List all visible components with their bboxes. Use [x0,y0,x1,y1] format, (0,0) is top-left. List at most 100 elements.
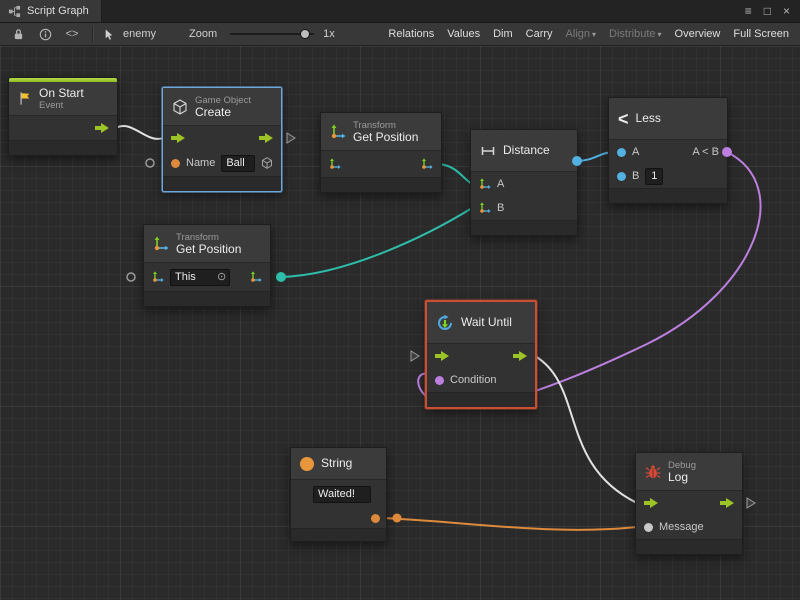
message-port-dot[interactable] [644,523,653,532]
transform-port-icon[interactable] [479,202,491,214]
target-object-label[interactable]: enemy [119,28,160,40]
flow-output-port[interactable] [720,498,734,508]
less-than-icon: < [618,110,629,128]
b-value-field[interactable] [645,168,663,185]
condition-label: Condition [450,374,496,386]
node-on-start-event[interactable]: On Start Event [8,77,118,156]
wire-get-position-top-to-distance-a [440,164,472,184]
string-value-field[interactable] [313,486,371,503]
flow-input-port[interactable] [171,133,185,143]
tab-script-graph[interactable]: Script Graph [0,0,102,22]
align-dropdown[interactable]: Align▾ [561,28,601,40]
string-type-icon [300,457,314,471]
node-header: < Less [609,98,727,140]
distance-ruler-icon [480,143,496,159]
dim-button[interactable]: Dim [488,28,518,40]
node-footer [609,188,727,203]
node-header: String [291,448,386,480]
node-category: Transform [176,232,241,243]
title-bar: Script Graph ≡ □ × [0,0,800,23]
values-button[interactable]: Values [442,28,485,40]
flow-port-row [163,126,281,150]
relations-button[interactable]: Relations [383,28,439,40]
name-value-field[interactable] [221,155,255,172]
port-b-label: B [632,170,639,182]
graph-tab-icon [8,5,21,18]
node-string-literal[interactable]: String [290,447,387,542]
node-header: Distance [471,130,577,172]
this-value-field[interactable] [174,271,214,283]
bug-icon [645,464,661,480]
node-debug-log[interactable]: Debug Log Message [635,452,743,555]
port-a-dot[interactable] [617,148,626,157]
position-output-port-icon[interactable] [421,158,433,170]
node-title: Get Position [353,131,418,144]
info-icon[interactable] [33,25,57,43]
node-footer [144,291,270,306]
node-header: Transform Get Position [144,225,270,263]
node-footer [636,539,742,554]
close-button[interactable]: × [783,4,790,18]
node-get-position-top[interactable]: Transform Get Position [320,112,442,193]
port-b-dot[interactable] [617,172,626,181]
node-subtitle: Event [39,100,84,111]
port-a-row: A A < B [609,140,727,164]
overview-button[interactable]: Overview [670,28,726,40]
flow-output-port[interactable] [513,351,527,361]
window-menu-button[interactable]: ≡ [745,4,752,18]
object-picker-target-icon[interactable]: ⊙ [217,272,226,283]
code-view-button[interactable]: <> [60,25,84,43]
string-output-dot[interactable] [371,514,380,523]
node-title: Get Position [176,243,241,256]
flow-input-port[interactable] [644,498,658,508]
name-port-dot[interactable] [171,159,180,168]
node-get-position-bottom[interactable]: Transform Get Position ⊙ [143,224,271,307]
condition-port-dot[interactable] [435,376,444,385]
transform-input-port-icon[interactable] [329,158,341,170]
flow-continuation-triangle [287,133,295,143]
node-title: Less [636,112,661,125]
node-footer [291,528,386,541]
object-picker-cube-icon[interactable] [261,157,273,169]
flow-continuation-triangle [411,351,419,361]
transform-icon [330,124,346,140]
carry-button[interactable]: Carry [521,28,558,40]
wire-get-position-bottom-to-distance-b [281,208,472,277]
node-header: Debug Log [636,453,742,491]
node-game-object-create[interactable]: Game Object Create Name [162,87,282,192]
graph-toolbar: <> enemy Zoom 1x Relations Values Dim Ca… [0,23,800,46]
flow-output-port[interactable] [95,123,109,133]
transform-input-port-icon[interactable] [152,271,164,283]
value-port-row: ⊙ [144,263,270,291]
lock-icon[interactable] [6,25,30,43]
flow-port-row [636,491,742,515]
node-distance[interactable]: Distance A B [470,129,578,236]
zoom-slider-knob[interactable] [300,29,310,39]
node-less[interactable]: < Less A A < B B [608,97,728,204]
get-position-bottom-self-dot [127,273,135,281]
port-b-row: B [471,196,577,220]
node-title: Wait Until [461,316,512,329]
zoom-slider[interactable] [230,33,314,35]
node-header: Game Object Create [163,88,281,126]
graph-canvas[interactable]: On Start Event Game Object Create [0,46,800,600]
maximize-button[interactable]: □ [764,4,771,18]
flag-icon [18,91,32,106]
port-a-label: A [632,146,639,158]
position-output-port-icon[interactable] [250,271,262,283]
node-title: On Start [39,87,84,100]
node-title: String [321,457,352,470]
node-footer [163,176,281,191]
distribute-dropdown[interactable]: Distribute▾ [604,28,666,40]
flow-output-port[interactable] [259,133,273,143]
flow-input-port[interactable] [435,351,449,361]
wire-on-start-to-create [116,126,163,139]
output-port-row [291,508,386,528]
node-header: Wait Until [427,302,535,344]
node-title: Log [668,471,696,484]
node-footer [427,392,535,407]
fullscreen-button[interactable]: Full Screen [728,28,794,40]
node-wait-until[interactable]: Wait Until Condition [425,300,537,409]
transform-icon [153,236,169,252]
transform-port-icon[interactable] [479,178,491,190]
